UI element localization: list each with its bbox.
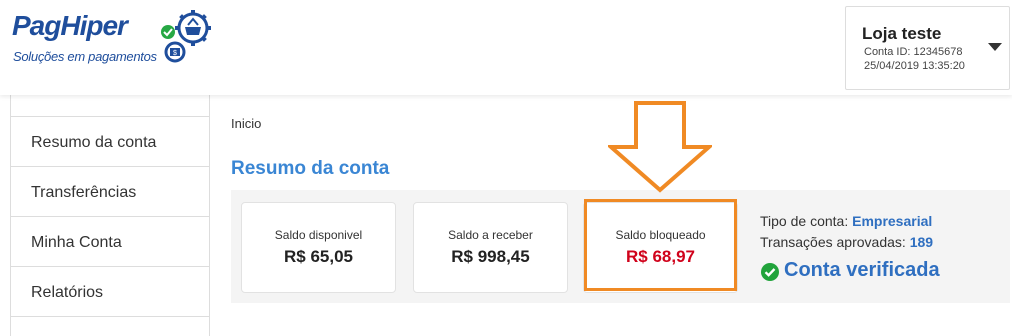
account-id: Conta ID: 12345678 [864, 46, 963, 58]
sidebar-item-label: Relatórios [31, 284, 104, 301]
store-selector[interactable]: Loja teste Conta ID: 12345678 25/04/2019… [845, 6, 1010, 90]
top-header: PagHiper Soluções em pagamentos $ Loja t… [0, 0, 1012, 95]
transactions-value: 189 [909, 234, 934, 250]
account-type: Tipo de conta: Empresarial [760, 213, 932, 229]
balance-value: R$ 998,45 [451, 247, 530, 266]
highlight-box [584, 199, 737, 291]
check-circle-icon [761, 263, 779, 281]
sidebar-item-label: Minha Conta [31, 234, 122, 251]
paghiper-logo[interactable]: PagHiper Soluções em pagamentos $ [12, 8, 217, 68]
chevron-down-icon[interactable] [988, 43, 1002, 51]
account-type-value: Empresarial [852, 213, 933, 229]
balance-label: Saldo a receber [448, 228, 533, 242]
sidebar-item-minha-conta[interactable]: Minha Conta [11, 217, 209, 267]
store-name: Loja teste [862, 24, 942, 43]
down-arrow-icon [608, 101, 712, 193]
balance-card-available: Saldo disponivel R$ 65,05 [241, 202, 396, 293]
balance-card-receivable: Saldo a receber R$ 998,45 [413, 202, 568, 293]
verified-text: Conta verificada [784, 259, 940, 281]
balance-value: R$ 65,05 [284, 247, 353, 266]
approved-transactions: Transações aprovadas: 189 [760, 234, 933, 250]
login-datetime: 25/04/2019 13:35:20 [864, 60, 965, 72]
gears-icon: $ [161, 10, 211, 63]
sidebar-item-label: Transferências [31, 184, 137, 201]
page-title: Resumo da conta [231, 158, 390, 179]
sidebar-top-spacer [11, 95, 209, 117]
sidebar-item-relatorios[interactable]: Relatórios [11, 267, 209, 317]
transactions-label: Transações aprovadas: [760, 234, 906, 250]
sidebar-item-label: Resumo da conta [31, 134, 157, 151]
sidebar-item-resumo[interactable]: Resumo da conta [11, 117, 209, 167]
balance-label: Saldo disponivel [274, 228, 363, 242]
account-type-label: Tipo de conta: [760, 213, 849, 229]
sidebar: Resumo da conta Transferências Minha Con… [10, 95, 210, 336]
logo-tagline: Soluções em pagamentos [13, 49, 157, 64]
svg-text:$: $ [173, 50, 177, 57]
sidebar-item-transferencias[interactable]: Transferências [11, 167, 209, 217]
breadcrumb[interactable]: Inicio [231, 116, 261, 131]
logo-wordmark: PagHiper [12, 10, 128, 41]
